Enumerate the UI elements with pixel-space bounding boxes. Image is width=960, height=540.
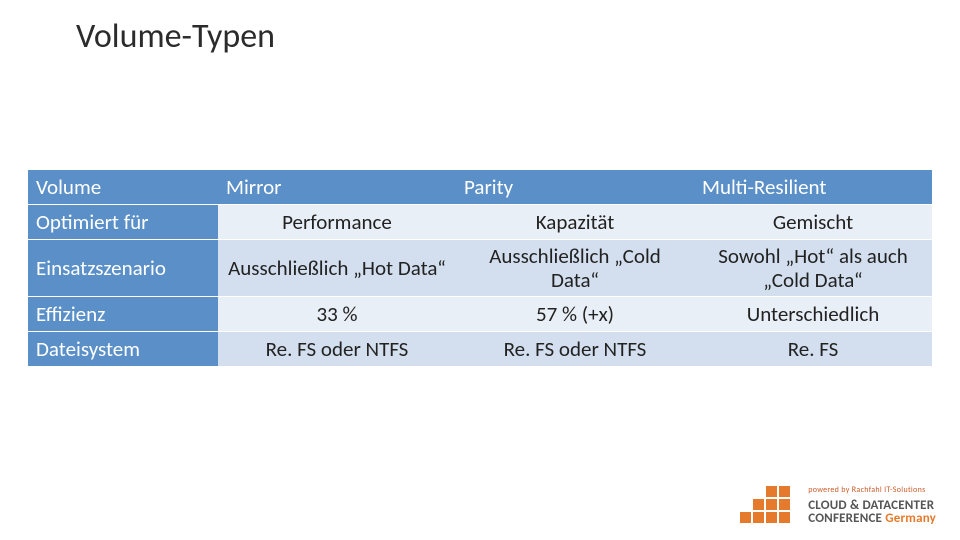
- table-cell: Performance: [218, 205, 456, 240]
- table-cell: Re. FS oder NTFS: [218, 332, 456, 367]
- slide-title: Volume-Typen: [76, 16, 275, 57]
- logo-line-2: CONFERENCE Germany: [808, 512, 936, 526]
- table-row: Effizienz 33 % 57 % (+x) Unterschiedlich: [28, 297, 932, 332]
- slide: Volume-Typen Volume Mirror Parity Multi-…: [0, 0, 960, 540]
- row-label: Effizienz: [28, 297, 218, 332]
- logo-line-1: CLOUD & DATACENTER: [808, 499, 936, 513]
- logo-text: powered by Rachfahl IT-Solutions CLOUD &…: [808, 486, 936, 526]
- row-label: Einsatzszenario: [28, 240, 218, 297]
- table-cell: Ausschließlich „Hot Data“: [218, 240, 456, 297]
- table-row: Dateisystem Re. FS oder NTFS Re. FS oder…: [28, 332, 932, 367]
- volume-types-table: Volume Mirror Parity Multi-Resilient Opt…: [28, 170, 932, 367]
- table-row: Einsatzszenario Ausschließlich „Hot Data…: [28, 240, 932, 297]
- row-label: Dateisystem: [28, 332, 218, 367]
- table-cell: Sowohl „Hot“ als auch „Cold Data“: [694, 240, 932, 297]
- table-cell: 33 %: [218, 297, 456, 332]
- col-header-3: Multi-Resilient: [694, 170, 932, 205]
- table-cell: Kapazität: [456, 205, 694, 240]
- table-cell: Unterschiedlich: [694, 297, 932, 332]
- footer-logo: powered by Rachfahl IT-Solutions CLOUD &…: [740, 480, 936, 526]
- table-row: Optimiert für Performance Kapazität Gemi…: [28, 205, 932, 240]
- col-header-0: Volume: [28, 170, 218, 205]
- table-cell: Re. FS: [694, 332, 932, 367]
- table-cell: Gemischt: [694, 205, 932, 240]
- logo-icon: [740, 480, 798, 526]
- col-header-2: Parity: [456, 170, 694, 205]
- table-cell: Ausschließlich „Cold Data“: [456, 240, 694, 297]
- table-cell: Re. FS oder NTFS: [456, 332, 694, 367]
- logo-powered-by: powered by Rachfahl IT-Solutions: [808, 486, 936, 494]
- col-header-1: Mirror: [218, 170, 456, 205]
- table-header-row: Volume Mirror Parity Multi-Resilient: [28, 170, 932, 205]
- row-label: Optimiert für: [28, 205, 218, 240]
- table-cell: 57 % (+x): [456, 297, 694, 332]
